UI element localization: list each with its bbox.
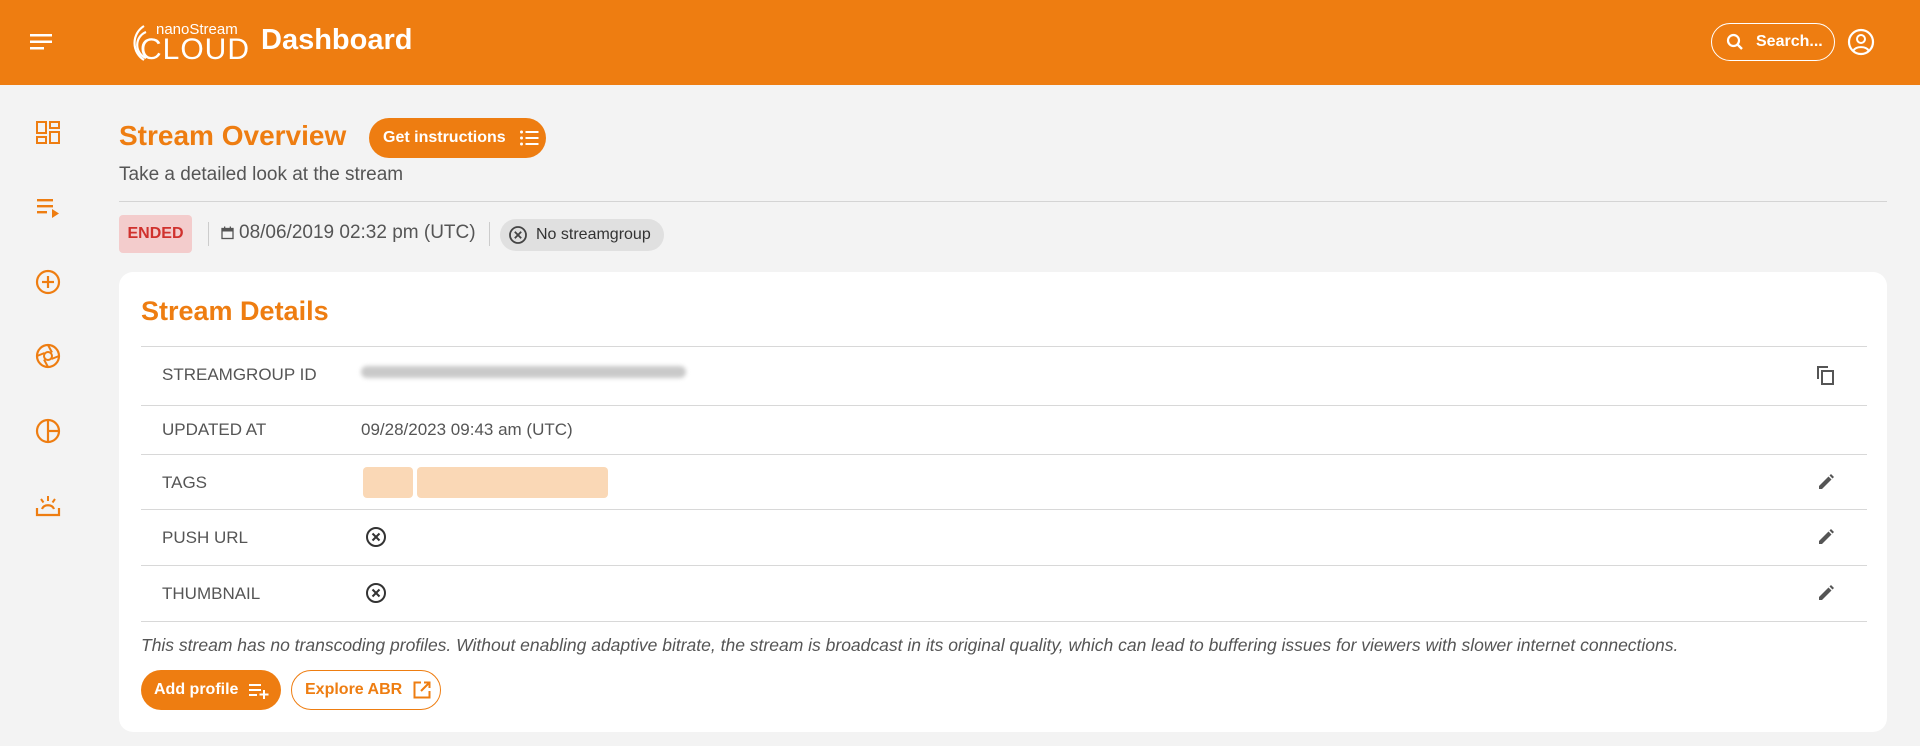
sidebar-item-analytics[interactable]	[30, 413, 66, 449]
row-label-tags: TAGS	[162, 473, 208, 492]
row-label-push-url: PUSH URL	[162, 528, 248, 547]
sidebar-item-create[interactable]	[30, 264, 66, 300]
dashboard-icon	[36, 121, 60, 144]
explore-abr-label: Explore ABR	[305, 681, 403, 698]
pencil-icon	[1819, 529, 1834, 544]
menu-icon	[30, 34, 52, 50]
sidebar-item-camera[interactable]	[30, 338, 66, 374]
header-divider	[119, 201, 1887, 202]
top-bar: nanoStream CLOUD Dashboard Search...	[0, 0, 1920, 85]
row-divider	[141, 509, 1867, 510]
card-title: Stream Details	[141, 296, 329, 326]
stream-details-card: Stream Details STREAMGROUP ID UPDATED AT…	[119, 272, 1887, 732]
row-divider	[141, 565, 1867, 566]
row-label-updated-at: UPDATED AT	[162, 420, 267, 439]
row-divider	[141, 346, 1867, 347]
list-icon	[519, 130, 539, 146]
calendar-icon	[221, 226, 234, 240]
tag-chip[interactable]	[363, 467, 413, 498]
cancel-circle-icon	[366, 527, 386, 547]
add-circle-icon	[35, 269, 61, 295]
updated-at-value: 09/28/2023 09:43 am (UTC)	[361, 420, 573, 439]
explore-abr-button[interactable]: Explore ABR	[291, 670, 441, 710]
menu-button[interactable]	[26, 28, 58, 56]
get-instructions-button[interactable]: Get instructions	[369, 118, 546, 158]
pie-chart-icon	[35, 418, 61, 444]
row-divider	[141, 621, 1867, 622]
row-divider	[141, 454, 1867, 455]
status-separator	[489, 222, 490, 246]
stream-date-text: 08/06/2019 02:32 pm (UTC)	[239, 222, 476, 243]
streamgroup-chip-label: No streamgroup	[536, 226, 651, 243]
sidebar-item-streams[interactable]	[30, 190, 66, 226]
playlist-add-icon	[249, 684, 269, 699]
playlist-play-icon	[37, 199, 59, 218]
status-badge: ENDED	[119, 215, 192, 253]
streamgroup-chip: No streamgroup	[500, 219, 664, 251]
edit-push-url-button[interactable]	[1812, 523, 1840, 551]
search-icon	[1726, 33, 1743, 50]
copy-icon	[1817, 366, 1834, 385]
search-button[interactable]: Search...	[1711, 23, 1835, 61]
stream-date: 08/06/2019 02:32 pm (UTC)	[221, 222, 476, 244]
edit-tags-button[interactable]	[1812, 468, 1840, 496]
header-title: Dashboard	[261, 24, 413, 56]
open-in-new-icon	[413, 681, 431, 699]
ingest-icon	[35, 496, 61, 517]
tag-chip[interactable]	[417, 467, 608, 498]
pencil-icon	[1819, 585, 1834, 600]
search-label: Search...	[1756, 33, 1823, 50]
sidebar-item-dashboard[interactable]	[30, 115, 66, 151]
edit-thumbnail-button[interactable]	[1812, 579, 1840, 607]
nanostream-cloud-logo[interactable]: nanoStream CLOUD	[118, 18, 249, 66]
camera-aperture-icon	[35, 343, 61, 369]
cancel-circle-icon	[509, 226, 527, 244]
row-label-thumbnail: THUMBNAIL	[162, 584, 261, 603]
cancel-circle-icon	[366, 583, 386, 603]
get-instructions-label: Get instructions	[383, 129, 506, 146]
status-separator	[208, 222, 209, 246]
row-divider	[141, 405, 1867, 406]
sidebar-item-ingest[interactable]	[30, 488, 66, 524]
page-title: Stream Overview	[119, 120, 347, 151]
account-button[interactable]	[1846, 27, 1876, 57]
copy-button[interactable]	[1812, 361, 1840, 389]
add-profile-label: Add profile	[154, 681, 239, 698]
logo-big-text: CLOUD	[140, 33, 251, 66]
pencil-icon	[1819, 474, 1834, 489]
streamgroup-id-value-redacted	[361, 366, 686, 378]
account-circle-icon	[1847, 28, 1875, 56]
row-label-streamgroup-id: STREAMGROUP ID	[162, 365, 317, 384]
page-subtitle: Take a detailed look at the stream	[119, 164, 404, 185]
add-profile-button[interactable]: Add profile	[141, 670, 281, 710]
transcoding-note: This stream has no transcoding profiles.…	[141, 635, 1679, 655]
